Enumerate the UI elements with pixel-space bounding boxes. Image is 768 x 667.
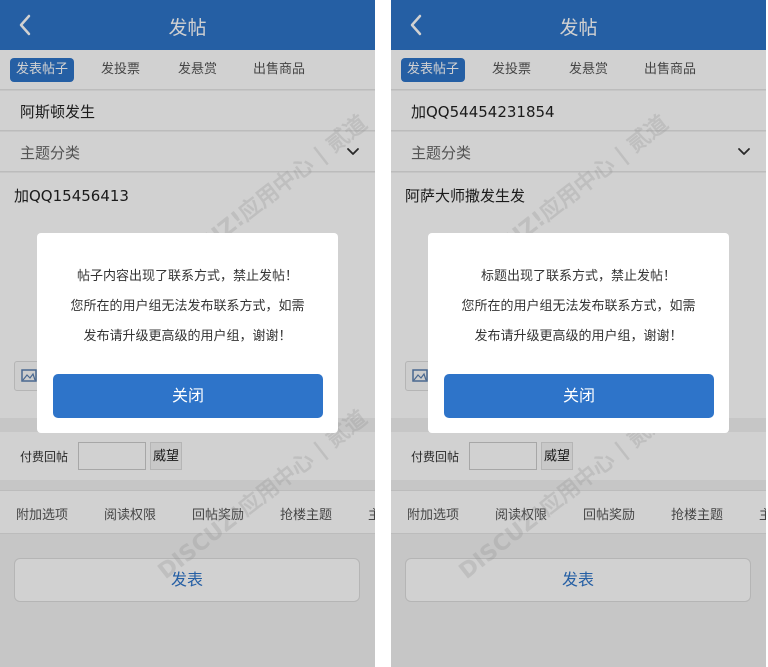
right-screen: 发帖 发表帖子 发投票 发悬赏 出售商品 加QQ54454231854 主题分类…	[391, 0, 766, 667]
alert-message-line: 您所在的用户组无法发布联系方式，如需	[70, 299, 305, 314]
alert-dialog: 标题出现了联系方式，禁止发帖！ 您所在的用户组无法发布联系方式，如需 发布请升级…	[428, 233, 729, 433]
close-button[interactable]: 关闭	[444, 374, 714, 418]
alert-dialog: 帖子内容出现了联系方式，禁止发帖！ 您所在的用户组无法发布联系方式，如需 发布请…	[37, 233, 338, 433]
alert-message-line: 帖子内容出现了联系方式，禁止发帖！	[76, 269, 298, 284]
alert-message-line: 标题出现了联系方式，禁止发帖！	[480, 269, 676, 284]
alert-message-line: 发布请升级更高级的用户组，谢谢！	[474, 329, 683, 344]
alert-message-line: 您所在的用户组无法发布联系方式，如需	[461, 299, 696, 314]
close-button[interactable]: 关闭	[53, 374, 323, 418]
left-screen: 发帖 发表帖子 发投票 发悬赏 出售商品 阿斯顿发生 主题分类 加QQ15456…	[0, 0, 375, 667]
alert-message-line: 发布请升级更高级的用户组，谢谢！	[83, 329, 292, 344]
